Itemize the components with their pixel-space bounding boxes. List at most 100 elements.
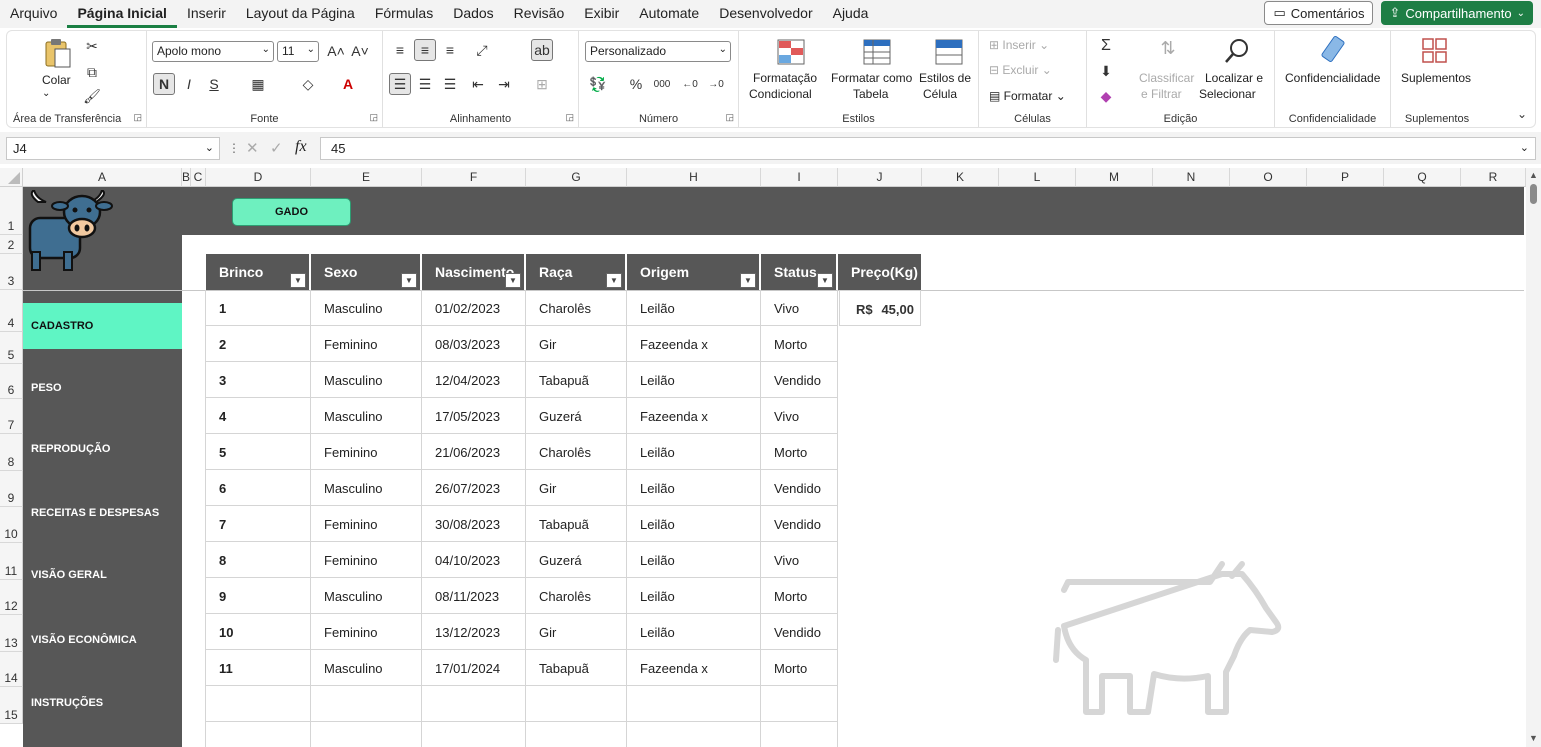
cell-origem[interactable]: Leilão — [627, 434, 761, 470]
filter-dropdown-icon[interactable]: ▼ — [505, 273, 521, 288]
font-name-select[interactable]: Apolo mono ⌄ — [152, 41, 274, 62]
empty-cell[interactable] — [761, 686, 838, 722]
fill-color-icon[interactable]: ◇ — [297, 73, 319, 95]
cell-brinco[interactable]: 6 — [206, 470, 311, 506]
scroll-thumb[interactable] — [1530, 184, 1537, 204]
column-header-k[interactable]: K — [922, 168, 999, 187]
cell-status[interactable]: Vivo — [761, 542, 838, 578]
tab-exibir[interactable]: Exibir — [574, 0, 629, 28]
dialog-launcher-icon[interactable]: ◲ — [133, 112, 142, 123]
cell-styles-icon[interactable] — [935, 39, 963, 65]
addins-button-label[interactable]: Suplementos — [1401, 71, 1471, 85]
cell-status[interactable]: Vendido — [761, 362, 838, 398]
column-header-h[interactable]: H — [627, 168, 761, 187]
cell-sexo[interactable]: Masculino — [311, 650, 422, 686]
sort-filter-icon[interactable]: ⇅ — [1157, 37, 1179, 59]
empty-cell[interactable] — [627, 722, 761, 747]
scroll-up-icon[interactable]: ▲ — [1529, 170, 1538, 180]
tab-ajuda[interactable]: Ajuda — [823, 0, 879, 28]
tab-revisao[interactable]: Revisão — [504, 0, 575, 28]
tab-pagina-inicial[interactable]: Página Inicial — [67, 0, 177, 28]
currency-icon[interactable]: 💱 — [587, 73, 609, 95]
row-header-12[interactable]: 12 — [0, 580, 23, 615]
underline-button[interactable]: S — [203, 73, 225, 95]
align-bottom-icon[interactable]: ≡ — [439, 39, 461, 61]
find-select-label-1[interactable]: Localizar e — [1205, 71, 1263, 85]
row-header-11[interactable]: 11 — [0, 543, 23, 580]
cell-nascimento[interactable]: 26/07/2023 — [422, 470, 526, 506]
cut-icon[interactable]: ✂ — [81, 35, 103, 57]
conditional-format-label-2[interactable]: Condicional — [749, 87, 812, 101]
column-header-q[interactable]: Q — [1384, 168, 1461, 187]
align-middle-icon[interactable]: ≡ — [414, 39, 436, 61]
empty-cell[interactable] — [422, 686, 526, 722]
delete-cells-button[interactable]: ⊟ Excluir ⌄ — [989, 63, 1052, 77]
cell-brinco[interactable]: 2 — [206, 326, 311, 362]
cell-status[interactable]: Vendido — [761, 614, 838, 650]
row-header-3[interactable]: 3 — [0, 254, 23, 290]
more-options-icon[interactable]: ⋮ — [228, 141, 240, 155]
vertical-scrollbar[interactable]: ▲ ▼ — [1526, 168, 1541, 747]
decrease-font-icon[interactable]: A˅ — [349, 40, 371, 62]
cell-brinco[interactable]: 10 — [206, 614, 311, 650]
chevron-down-icon[interactable]: ⌄ — [42, 88, 50, 99]
cell-brinco[interactable]: 4 — [206, 398, 311, 434]
row-header-4[interactable]: 4 — [0, 290, 23, 332]
select-all-corner[interactable] — [0, 168, 23, 187]
cell-sexo[interactable]: Feminino — [311, 542, 422, 578]
row-header-7[interactable]: 7 — [0, 399, 23, 434]
header-raca[interactable]: Raça ▼ — [526, 254, 627, 290]
cell-brinco[interactable]: 1 — [206, 290, 311, 326]
format-cells-button[interactable]: ▤ Formatar ⌄ — [989, 89, 1066, 103]
copy-icon[interactable]: ⧉ — [81, 61, 103, 83]
tab-layout-pagina[interactable]: Layout da Página — [236, 0, 365, 28]
cell-origem[interactable]: Fazeenda x — [627, 398, 761, 434]
percent-icon[interactable]: % — [625, 73, 647, 95]
sensitivity-button-label[interactable]: Confidencialidade — [1285, 71, 1380, 85]
find-select-label-2[interactable]: Selecionar — [1199, 87, 1256, 101]
dialog-launcher-icon[interactable]: ◲ — [369, 112, 378, 123]
row-header-13[interactable]: 13 — [0, 615, 23, 652]
header-sexo[interactable]: Sexo ▼ — [311, 254, 422, 290]
tab-arquivo[interactable]: Arquivo — [0, 0, 67, 28]
cell-raca[interactable]: Tabapuã — [526, 362, 627, 398]
cell-nascimento[interactable]: 21/06/2023 — [422, 434, 526, 470]
cell-status[interactable]: Vivo — [761, 398, 838, 434]
collapse-ribbon-icon[interactable]: ⌄ — [1511, 103, 1533, 125]
filter-dropdown-icon[interactable]: ▼ — [817, 273, 833, 288]
cell-raca[interactable]: Charolês — [526, 578, 627, 614]
row-header-2[interactable]: 2 — [0, 235, 23, 254]
gado-button[interactable]: GADO — [232, 198, 351, 226]
cell-origem[interactable]: Leilão — [627, 290, 761, 326]
enter-icon[interactable]: ✓ — [270, 139, 283, 157]
italic-button[interactable]: I — [178, 73, 200, 95]
cell-status[interactable]: Morto — [761, 578, 838, 614]
column-header-g[interactable]: G — [526, 168, 627, 187]
empty-cell[interactable] — [627, 686, 761, 722]
filter-dropdown-icon[interactable]: ▼ — [290, 273, 306, 288]
orientation-icon[interactable]: ⤢ — [471, 39, 493, 61]
cell-raca[interactable]: Tabapuã — [526, 506, 627, 542]
cell-origem[interactable]: Leilão — [627, 578, 761, 614]
cell-raca[interactable]: Gir — [526, 470, 627, 506]
format-as-table-icon[interactable] — [863, 39, 891, 65]
cell-nascimento[interactable]: 08/11/2023 — [422, 578, 526, 614]
cell-sexo[interactable]: Masculino — [311, 290, 422, 326]
paste-icon[interactable] — [43, 37, 73, 69]
increase-decimal-icon[interactable]: ←0 — [679, 73, 701, 95]
nav-cadastro[interactable]: CADASTRO — [23, 303, 182, 349]
cell-nascimento[interactable]: 04/10/2023 — [422, 542, 526, 578]
sort-filter-label-1[interactable]: Classificar — [1139, 71, 1194, 85]
clear-icon[interactable]: ◆ — [1095, 85, 1117, 107]
cell-origem[interactable]: Leilão — [627, 614, 761, 650]
header-preco[interactable]: Preço(Kg) — [838, 254, 921, 290]
nav-visao-geral[interactable]: VISÃO GERAL — [23, 552, 182, 598]
align-center-icon[interactable]: ☰ — [414, 73, 436, 95]
format-as-table-label-2[interactable]: Tabela — [853, 87, 888, 101]
row-header-9[interactable]: 9 — [0, 471, 23, 507]
fill-icon[interactable]: ⬇ — [1095, 60, 1117, 82]
row-header-1[interactable]: 1 — [0, 187, 23, 235]
header-nascimento[interactable]: Nascimento ▼ — [422, 254, 526, 290]
align-top-icon[interactable]: ≡ — [389, 39, 411, 61]
column-header-f[interactable]: F — [422, 168, 526, 187]
